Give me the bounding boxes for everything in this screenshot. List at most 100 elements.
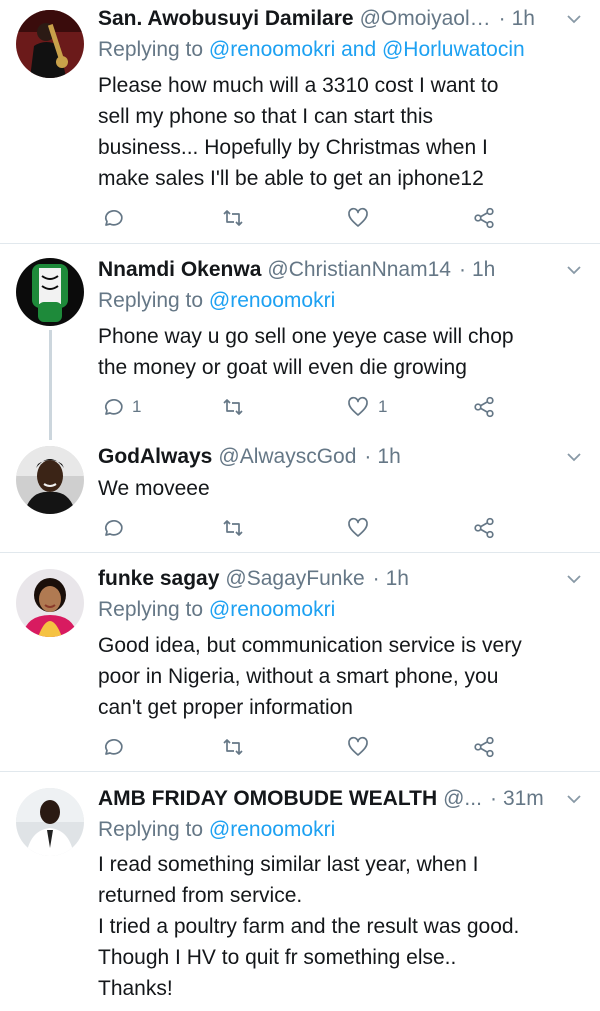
chevron-down-icon[interactable] xyxy=(566,263,582,277)
avatar-image xyxy=(16,569,84,637)
chevron-down-icon[interactable] xyxy=(566,12,582,26)
reply-count: 1 xyxy=(132,397,142,416)
chevron-down-icon[interactable] xyxy=(566,572,582,586)
tweet[interactable]: GodAlways @AlwayscGod · 1h We moveee xyxy=(0,431,600,552)
replying-to-label: Replying to xyxy=(98,598,209,621)
mention-link[interactable]: @renoomokri and @Horluwatocin xyxy=(209,38,525,61)
tweet-text-line: Thanks! xyxy=(98,977,173,1000)
tweet-actions xyxy=(98,735,498,759)
share-icon xyxy=(474,517,494,539)
avatar[interactable] xyxy=(16,446,84,514)
heart-icon xyxy=(348,207,368,227)
like-button[interactable] xyxy=(346,735,378,759)
share-button[interactable] xyxy=(472,206,496,230)
tweet-text-line: Good idea, but communication service is … xyxy=(98,634,522,657)
retweet-button[interactable] xyxy=(221,395,245,419)
display-name[interactable]: AMB FRIDAY OMOBUDE WEALTH xyxy=(98,785,437,813)
timestamp[interactable]: 1h xyxy=(386,565,409,593)
tweet-text: We moveee xyxy=(98,473,570,504)
timestamp[interactable]: 31m xyxy=(503,785,544,813)
retweet-icon xyxy=(223,520,243,536)
tweet-text-line: make sales I'll be able to get an iphone… xyxy=(98,167,484,190)
dot-separator: · xyxy=(364,445,372,468)
tweet-text: Phone way u go sell one yeye case will c… xyxy=(98,321,570,383)
share-button[interactable] xyxy=(472,735,496,759)
like-button[interactable] xyxy=(346,206,378,230)
tweet-text-line: I tried a poultry farm and the result wa… xyxy=(98,915,520,938)
tweet[interactable]: Nnamdi Okenwa @ChristianNnam14 · 1h Repl… xyxy=(0,244,600,431)
tweet-header: Nnamdi Okenwa @ChristianNnam14 · 1h xyxy=(98,256,582,284)
display-name[interactable]: GodAlways xyxy=(98,443,212,471)
tweet-text: Good idea, but communication service is … xyxy=(98,630,570,723)
tweet-text-line: returned from service. xyxy=(98,884,303,907)
tweet-text-line: can't get proper information xyxy=(98,696,353,719)
tweet-text: Please how much will a 3310 cost I want … xyxy=(98,70,570,194)
timestamp[interactable]: 1h xyxy=(472,256,495,284)
username[interactable]: @AlwayscGod xyxy=(218,443,356,471)
tweet-text-line: We moveee xyxy=(98,477,210,500)
avatar-image xyxy=(16,10,84,78)
dot-separator: · xyxy=(458,258,466,281)
display-name[interactable]: San. Awobusuyi Damilare xyxy=(98,5,354,33)
tweet-text: I read something similar last year, when… xyxy=(98,849,570,1004)
share-icon xyxy=(474,736,494,758)
chevron-down-icon[interactable] xyxy=(566,450,582,464)
retweet-button[interactable] xyxy=(221,735,245,759)
tweet[interactable]: San. Awobusuyi Damilare @Omoiyaol… · 1h … xyxy=(0,0,600,243)
avatar[interactable] xyxy=(16,788,84,856)
reply-icon xyxy=(104,520,123,536)
replying-to-label: Replying to xyxy=(98,818,209,841)
chevron-down-icon[interactable] xyxy=(566,792,582,806)
mention-link[interactable]: @renoomokri xyxy=(209,598,335,621)
timestamp[interactable]: 1h xyxy=(512,5,535,33)
retweet-icon xyxy=(223,739,243,755)
retweet-button[interactable] xyxy=(221,206,245,230)
heart-icon xyxy=(348,736,368,756)
username[interactable]: @ChristianNnam14 xyxy=(267,256,451,284)
replying-to: Replying to @renoomokri and @Horluwatoci… xyxy=(98,35,582,65)
reply-button[interactable]: 1 xyxy=(100,395,141,419)
display-name[interactable]: Nnamdi Okenwa xyxy=(98,256,261,284)
reply-button[interactable] xyxy=(100,516,132,540)
avatar[interactable] xyxy=(16,258,84,326)
username[interactable]: @SagayFunke xyxy=(225,565,364,593)
heart-icon xyxy=(348,396,368,416)
share-button[interactable] xyxy=(472,516,496,540)
mention-link[interactable]: @renoomokri xyxy=(209,818,335,841)
replying-to: Replying to @renoomokri xyxy=(98,286,582,316)
replying-to-label: Replying to xyxy=(98,38,209,61)
timestamp[interactable]: 1h xyxy=(377,443,400,471)
tweet-text-line: the money or goat will even die growing xyxy=(98,356,467,379)
reply-button[interactable] xyxy=(100,735,132,759)
reply-icon xyxy=(104,210,123,226)
retweet-icon xyxy=(223,210,243,226)
like-button[interactable] xyxy=(346,516,378,540)
mention-link[interactable]: @renoomokri xyxy=(209,289,335,312)
tweet-text-line: sell my phone so that I can start this xyxy=(98,105,433,128)
display-name[interactable]: funke sagay xyxy=(98,565,219,593)
tweet[interactable]: AMB FRIDAY OMOBUDE WEALTH @... · 31m Rep… xyxy=(0,772,600,1011)
dot-separator: · xyxy=(498,7,506,30)
tweet-text-line: Phone way u go sell one yeye case will c… xyxy=(98,325,514,348)
retweet-button[interactable] xyxy=(221,516,245,540)
username[interactable]: @... xyxy=(443,785,482,813)
tweet-header: San. Awobusuyi Damilare @Omoiyaol… · 1h xyxy=(98,5,582,33)
avatar[interactable] xyxy=(16,10,84,78)
username[interactable]: @Omoiyaol… xyxy=(360,5,491,33)
tweet[interactable]: funke sagay @SagayFunke · 1h Replying to… xyxy=(0,553,600,771)
tweet-header: AMB FRIDAY OMOBUDE WEALTH @... · 31m xyxy=(98,785,582,813)
replying-to-label: Replying to xyxy=(98,289,209,312)
replying-to: Replying to @renoomokri xyxy=(98,595,582,625)
reply-button[interactable] xyxy=(100,206,132,230)
tweet-text-line: poor in Nigeria, without a smart phone, … xyxy=(98,665,499,688)
tweet-actions xyxy=(98,206,498,230)
share-button[interactable] xyxy=(472,395,496,419)
dot-separator: · xyxy=(489,787,497,810)
tweet-header: funke sagay @SagayFunke · 1h xyxy=(98,565,582,593)
heart-icon xyxy=(348,517,368,537)
like-button[interactable]: 1 xyxy=(346,395,387,419)
replying-to: Replying to @renoomokri xyxy=(98,815,582,845)
tweet-text-line: Please how much will a 3310 cost I want … xyxy=(98,74,499,97)
avatar[interactable] xyxy=(16,569,84,637)
tweet-actions: 1 1 xyxy=(98,395,498,419)
